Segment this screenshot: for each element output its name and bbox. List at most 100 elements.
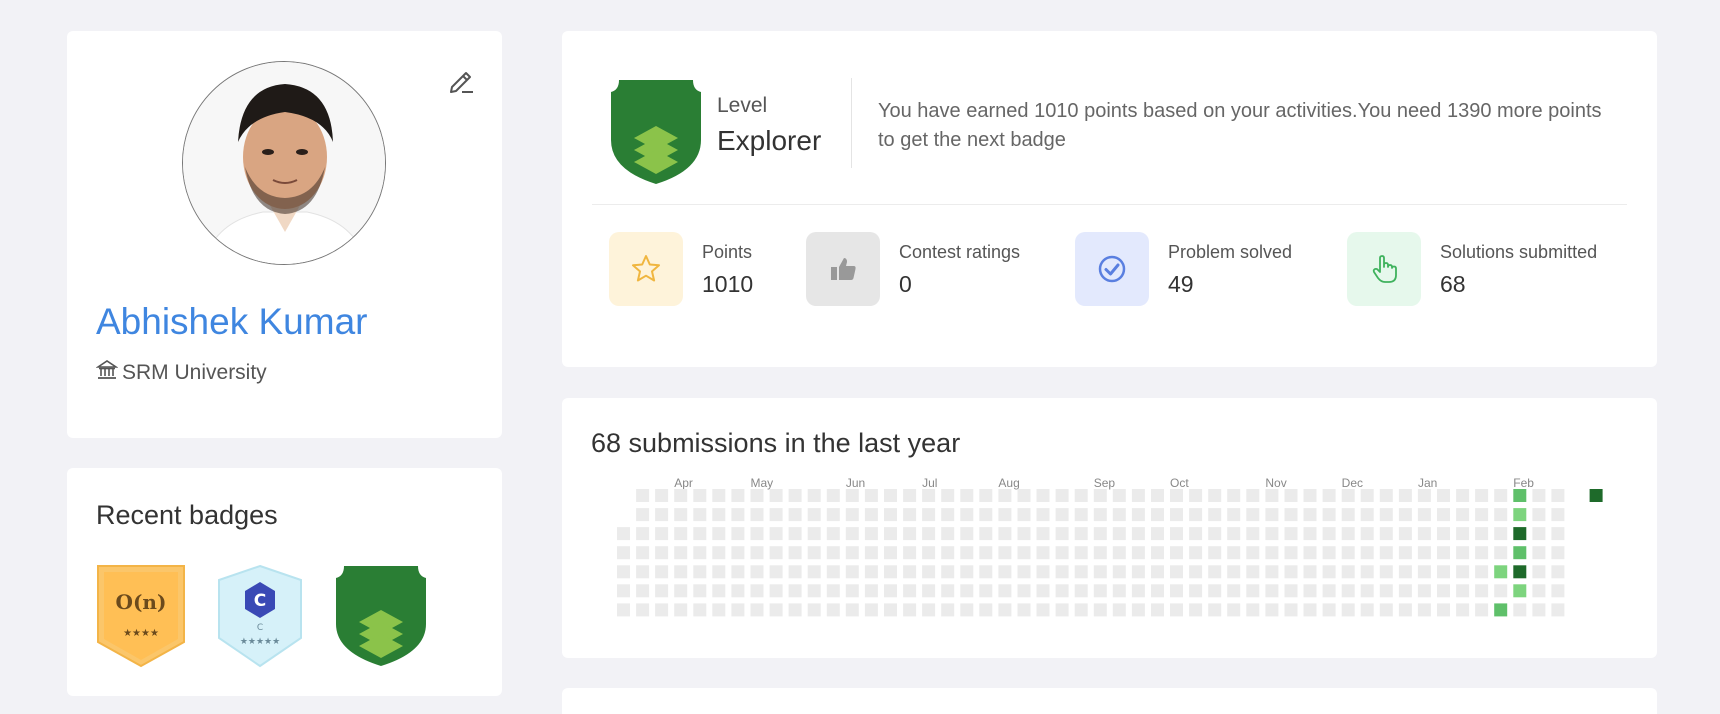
heatmap-cell[interactable]	[864, 603, 878, 617]
heatmap-cell[interactable]	[884, 508, 897, 522]
heatmap-cell[interactable]	[1322, 546, 1336, 560]
heatmap-cell[interactable]	[1055, 565, 1069, 579]
heatmap-cell[interactable]	[1151, 565, 1164, 579]
heatmap-cell[interactable]	[1417, 546, 1431, 560]
heatmap-cell[interactable]	[1036, 603, 1050, 617]
heatmap-cell[interactable]	[1017, 527, 1031, 541]
heatmap-cell[interactable]	[998, 546, 1012, 560]
heatmap-cell[interactable]	[788, 527, 802, 541]
heatmap-cell[interactable]	[922, 584, 936, 598]
heatmap-cell[interactable]	[1513, 584, 1527, 598]
heatmap-cell[interactable]	[1131, 546, 1145, 560]
heatmap-cell[interactable]	[941, 603, 955, 617]
heatmap-cell[interactable]	[1532, 527, 1546, 541]
heatmap-cell[interactable]	[1494, 603, 1508, 617]
heatmap-cell[interactable]	[1170, 489, 1183, 502]
heatmap-cell[interactable]	[1189, 527, 1203, 541]
heatmap-cell[interactable]	[655, 584, 669, 598]
heatmap-cell[interactable]	[1494, 546, 1508, 560]
badge-on-complexity[interactable]: O(n) ★★★★	[96, 564, 186, 668]
heatmap-cell[interactable]	[1551, 565, 1565, 579]
heatmap-cell[interactable]	[845, 489, 859, 502]
heatmap-cell[interactable]	[1112, 508, 1126, 522]
heatmap-cell[interactable]	[1151, 546, 1164, 560]
heatmap-cell[interactable]	[1055, 603, 1069, 617]
heatmap-cell[interactable]	[1532, 565, 1546, 579]
heatmap-cell[interactable]	[1055, 508, 1069, 522]
heatmap-cell[interactable]	[1036, 584, 1050, 598]
heatmap-cell[interactable]	[1417, 603, 1431, 617]
heatmap-cell[interactable]	[712, 565, 726, 579]
heatmap-cell[interactable]	[1475, 565, 1489, 579]
heatmap-cell[interactable]	[1074, 565, 1088, 579]
heatmap-cell[interactable]	[769, 489, 783, 502]
heatmap-cell[interactable]	[941, 565, 955, 579]
heatmap-cell[interactable]	[864, 584, 878, 598]
heatmap-cell[interactable]	[1170, 546, 1183, 560]
heatmap-cell[interactable]	[1532, 584, 1546, 598]
heatmap-cell[interactable]	[1074, 584, 1088, 598]
heatmap-cell[interactable]	[617, 603, 630, 617]
heatmap-cell[interactable]	[941, 508, 955, 522]
heatmap-cell[interactable]	[712, 584, 726, 598]
heatmap-cell[interactable]	[1131, 508, 1145, 522]
heatmap-cell[interactable]	[1017, 546, 1031, 560]
heatmap-cell[interactable]	[1303, 565, 1317, 579]
heatmap-cell[interactable]	[655, 546, 669, 560]
heatmap-cell[interactable]	[1437, 508, 1450, 522]
heatmap-cell[interactable]	[903, 603, 917, 617]
heatmap-cell[interactable]	[1074, 508, 1088, 522]
heatmap-cell[interactable]	[693, 584, 707, 598]
heatmap-cell[interactable]	[1494, 527, 1508, 541]
heatmap-cell[interactable]	[1341, 489, 1355, 502]
heatmap-cell[interactable]	[1036, 527, 1050, 541]
heatmap-cell[interactable]	[1341, 603, 1355, 617]
heatmap-cell[interactable]	[1284, 603, 1298, 617]
heatmap-cell[interactable]	[1513, 603, 1527, 617]
heatmap-cell[interactable]	[1551, 546, 1565, 560]
heatmap-cell[interactable]	[1227, 584, 1241, 598]
heatmap-cell[interactable]	[1131, 527, 1145, 541]
heatmap-cell[interactable]	[788, 508, 802, 522]
heatmap-cell[interactable]	[807, 489, 821, 502]
heatmap-cell[interactable]	[826, 546, 840, 560]
heatmap-cell[interactable]	[845, 565, 859, 579]
heatmap-cell[interactable]	[712, 603, 726, 617]
heatmap-cell[interactable]	[1494, 584, 1508, 598]
heatmap-cell[interactable]	[1456, 527, 1470, 541]
heatmap-cell[interactable]	[1074, 603, 1088, 617]
heatmap-cell[interactable]	[903, 584, 917, 598]
heatmap-cell[interactable]	[1055, 527, 1069, 541]
heatmap-cell[interactable]	[1151, 527, 1164, 541]
heatmap-cell[interactable]	[731, 508, 745, 522]
heatmap-cell[interactable]	[750, 546, 764, 560]
heatmap-cell[interactable]	[922, 527, 936, 541]
heatmap-cell[interactable]	[1513, 489, 1527, 502]
heatmap-cell[interactable]	[884, 527, 897, 541]
heatmap-cell[interactable]	[693, 603, 707, 617]
heatmap-cell[interactable]	[1131, 489, 1145, 502]
heatmap-cell[interactable]	[903, 527, 917, 541]
heatmap-cell[interactable]	[998, 565, 1012, 579]
heatmap-cell[interactable]	[903, 489, 917, 502]
heatmap-cell[interactable]	[1227, 489, 1241, 502]
heatmap-cell[interactable]	[731, 546, 745, 560]
heatmap-cell[interactable]	[1341, 527, 1355, 541]
heatmap-cell[interactable]	[960, 527, 974, 541]
heatmap-cell[interactable]	[1398, 584, 1412, 598]
heatmap-cell[interactable]	[1284, 565, 1298, 579]
heatmap-cell[interactable]	[636, 584, 650, 598]
heatmap-cell[interactable]	[922, 603, 936, 617]
heatmap-cell[interactable]	[1398, 527, 1412, 541]
heatmap-cell[interactable]	[1475, 508, 1489, 522]
heatmap-cell[interactable]	[1398, 603, 1412, 617]
heatmap-cell[interactable]	[1551, 508, 1565, 522]
heatmap-cell[interactable]	[1131, 584, 1145, 598]
heatmap-cell[interactable]	[1265, 546, 1279, 560]
heatmap-cell[interactable]	[1055, 584, 1069, 598]
heatmap-cell[interactable]	[1513, 546, 1527, 560]
heatmap-cell[interactable]	[1532, 546, 1546, 560]
heatmap-cell[interactable]	[1151, 603, 1164, 617]
heatmap-cell[interactable]	[960, 489, 974, 502]
heatmap-cell[interactable]	[1189, 489, 1203, 502]
